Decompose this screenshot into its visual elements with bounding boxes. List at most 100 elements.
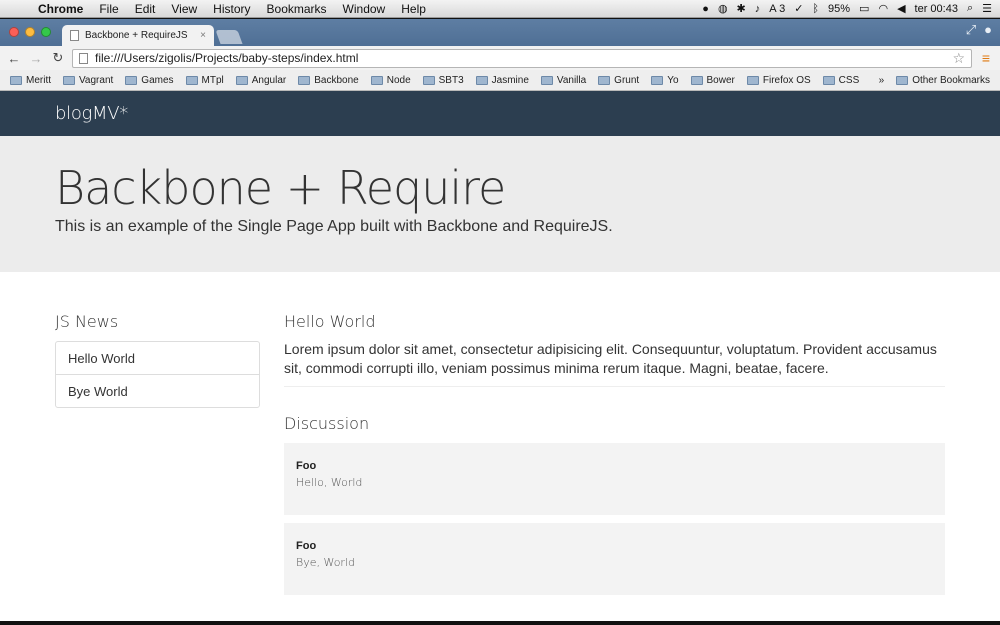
bookmark-folder-mtpl[interactable]: MTpl <box>180 75 230 86</box>
page-icon <box>79 52 88 64</box>
sync-icon[interactable]: ✓ <box>794 2 803 15</box>
news-item-bye-world[interactable]: Bye World <box>55 374 260 408</box>
new-tab-button[interactable] <box>215 30 243 44</box>
folder-icon <box>822 75 835 85</box>
bookmark-label: Games <box>141 74 174 86</box>
article-title: Hello World <box>284 312 376 331</box>
battery-percent[interactable]: 95% <box>828 3 850 15</box>
news-list: Hello World Bye World <box>55 341 260 408</box>
site-brand[interactable]: blogMV* <box>55 103 128 124</box>
bookmarks-right: » Other Bookmarks <box>873 75 996 86</box>
folder-icon <box>540 75 553 85</box>
sidebar-title: JS News <box>55 312 119 331</box>
menu-history[interactable]: History <box>205 0 258 18</box>
adobe-updates-icon[interactable]: A 3 <box>769 3 785 15</box>
bookmark-star-icon[interactable]: ☆ <box>952 50 965 67</box>
battery-icon[interactable]: ▭ <box>859 2 869 15</box>
bookmark-folder-meritt[interactable]: Meritt <box>4 75 57 86</box>
bookmark-label: Vanilla <box>556 74 587 86</box>
folder-icon <box>370 75 383 85</box>
bookmark-label: Backbone <box>314 74 359 86</box>
menu-chrome[interactable]: Chrome <box>30 0 91 18</box>
folder-icon <box>10 75 22 85</box>
tab-close-icon[interactable]: × <box>200 30 206 41</box>
folder-icon <box>690 75 703 85</box>
folder-icon <box>63 75 75 85</box>
bookmarks-overflow-button[interactable]: » <box>873 75 891 86</box>
folder-icon <box>651 75 664 85</box>
reload-button[interactable]: ↻ <box>50 50 66 66</box>
menu-help[interactable]: Help <box>393 0 434 18</box>
hat-icon[interactable]: ● <box>702 3 709 15</box>
comment-author: Foo <box>296 460 317 472</box>
browser-toolbar: ← → ↻ file:///Users/zigolis/Projects/bab… <box>0 46 1000 70</box>
folder-icon <box>235 75 248 85</box>
folder-icon <box>422 75 435 85</box>
alert-icon[interactable]: ✱ <box>737 2 746 15</box>
wifi-icon[interactable]: ◠ <box>878 2 888 15</box>
folder-icon <box>185 75 198 85</box>
bookmark-folder-backbone[interactable]: Backbone <box>292 75 364 86</box>
bookmark-folder-grunt[interactable]: Grunt <box>592 75 645 86</box>
menu-edit[interactable]: Edit <box>127 0 164 18</box>
minimize-window-button[interactable] <box>25 27 35 37</box>
bookmark-label: Bower <box>706 74 735 86</box>
hero: Backbone + Require This is an example of… <box>0 136 1000 272</box>
site-navbar: blogMV* <box>0 91 1000 136</box>
page-icon <box>70 30 79 41</box>
menu-view[interactable]: View <box>163 0 205 18</box>
bell-icon[interactable]: ♪ <box>755 3 761 15</box>
article-body: Lorem ipsum dolor sit amet, consectetur … <box>284 340 945 387</box>
article: Hello World Lorem ipsum dolor sit amet, … <box>284 312 945 595</box>
bookmark-folder-vanilla[interactable]: Vanilla <box>535 75 592 86</box>
notification-center-icon[interactable]: ☰ <box>982 2 992 15</box>
status-area: ● ◍ ✱ ♪ A 3 ✓ ᛒ 95% ▭ ◠ ◀ ter 00:43 ⌕ ☰ <box>702 2 1000 15</box>
window-controls <box>9 27 51 37</box>
url-text[interactable]: file:///Users/zigolis/Projects/baby-step… <box>95 51 358 65</box>
sidebar: JS News Hello World Bye World <box>55 312 260 408</box>
folder-icon <box>298 75 311 85</box>
bookmark-label: Firefox OS <box>762 74 811 86</box>
bookmark-label: Vagrant <box>79 74 114 86</box>
bookmark-label: Grunt <box>614 74 640 86</box>
spotlight-icon[interactable]: ⌕ <box>967 2 973 15</box>
comment-text: Hello, World <box>296 476 363 489</box>
volume-icon[interactable]: ◀ <box>897 2 905 15</box>
tab-title: Backbone + RequireJS <box>85 30 188 41</box>
other-bookmarks-folder[interactable]: Other Bookmarks <box>890 75 996 86</box>
news-item-hello-world[interactable]: Hello World <box>55 341 260 375</box>
comment: Foo Hello, World <box>284 443 945 515</box>
bookmark-label: Meritt <box>26 74 51 86</box>
menu-file[interactable]: File <box>91 0 126 18</box>
bookmark-folder-vagrant[interactable]: Vagrant <box>57 75 119 86</box>
bookmark-folder-angular[interactable]: Angular <box>230 75 292 86</box>
chrome-menu-icon[interactable]: ≡ <box>978 50 994 66</box>
bookmark-label: Other Bookmarks <box>912 74 990 86</box>
bookmark-folder-games[interactable]: Games <box>119 75 179 86</box>
folder-icon <box>125 75 138 85</box>
bookmark-folder-firefox-os[interactable]: Firefox OS <box>741 75 817 86</box>
address-bar[interactable]: file:///Users/zigolis/Projects/baby-step… <box>72 48 972 68</box>
comment-author: Foo <box>296 540 317 552</box>
bookmark-folder-jasmine[interactable]: Jasmine <box>470 75 535 86</box>
forward-button[interactable]: → <box>28 51 44 66</box>
folder-icon <box>896 75 909 85</box>
coffee-icon[interactable]: ◍ <box>718 2 728 15</box>
menu-bookmarks[interactable]: Bookmarks <box>259 0 335 18</box>
bookmark-folder-node[interactable]: Node <box>365 75 417 86</box>
bookmark-folder-yo[interactable]: Yo <box>645 75 684 86</box>
clock[interactable]: ter 00:43 <box>915 3 958 15</box>
bookmark-folder-sbt3[interactable]: SBT3 <box>417 75 470 86</box>
bookmark-folder-bower[interactable]: Bower <box>685 75 741 86</box>
back-button[interactable]: ← <box>6 51 22 66</box>
bookmark-label: Angular <box>251 74 287 86</box>
menu-window[interactable]: Window <box>335 0 394 18</box>
comment: Foo Bye, World <box>284 523 945 595</box>
fullscreen-icon[interactable]: ⤢ <box>966 22 976 38</box>
comment-text: Bye, World <box>296 556 355 569</box>
bluetooth-icon[interactable]: ᛒ <box>812 3 819 15</box>
browser-tab[interactable]: Backbone + RequireJS × <box>62 25 214 46</box>
close-window-button[interactable] <box>9 27 19 37</box>
bookmark-folder-css[interactable]: CSS <box>817 75 866 86</box>
zoom-window-button[interactable] <box>41 27 51 37</box>
